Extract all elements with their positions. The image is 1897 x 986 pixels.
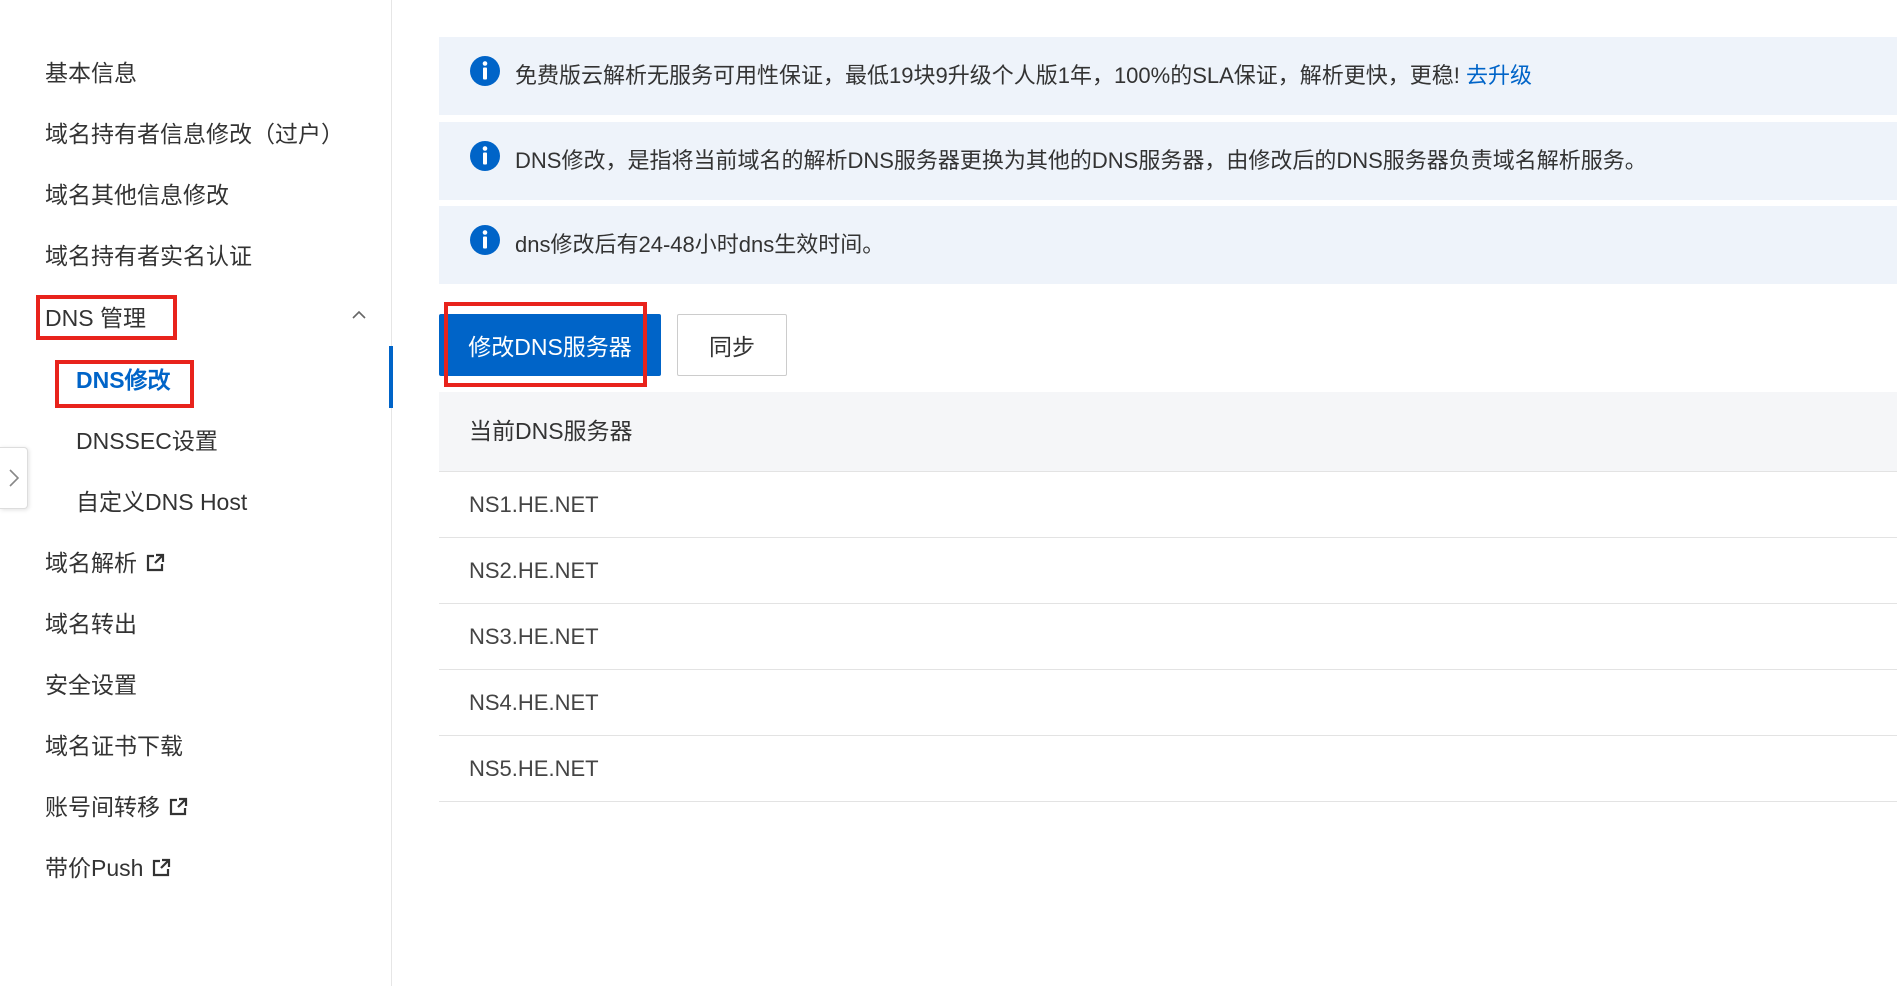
sidebar-item-other-info[interactable]: 域名其他信息修改 <box>45 175 229 215</box>
table-row: NS4.HE.NET <box>439 670 1897 736</box>
alert-upgrade: 免费版云解析无服务可用性保证，最低19块9升级个人版1年，100%的SLA保证，… <box>439 37 1897 115</box>
external-link-icon <box>146 553 165 572</box>
sidebar-item-domain-transfer-out[interactable]: 域名转出 <box>45 604 137 644</box>
sidebar-item-price-push[interactable]: 带价Push <box>45 848 171 888</box>
table-header: 当前DNS服务器 <box>439 392 1897 472</box>
sidebar-item-basic-info[interactable]: 基本信息 <box>45 53 137 93</box>
info-icon <box>470 141 500 171</box>
chevron-up-icon[interactable] <box>349 305 369 325</box>
alert-message: 免费版云解析无服务可用性保证，最低19块9升级个人版1年，100%的SLA保证，… <box>515 63 1460 88</box>
alert-text: 免费版云解析无服务可用性保证，最低19块9升级个人版1年，100%的SLA保证，… <box>515 37 1532 115</box>
info-icon <box>470 225 500 255</box>
sidebar-item-dns-modify[interactable]: DNS修改 <box>76 360 171 400</box>
external-link-icon <box>153 858 171 877</box>
dns-server-table: 当前DNS服务器 NS1.HE.NET NS2.HE.NET NS3.HE.NE… <box>439 392 1897 802</box>
sidebar-collapse-toggle[interactable] <box>0 447 28 509</box>
table-row: NS1.HE.NET <box>439 472 1897 538</box>
sidebar-item-label: 域名解析 <box>45 550 137 576</box>
active-indicator <box>389 346 393 408</box>
info-icon <box>470 56 500 86</box>
modify-dns-server-button[interactable]: 修改DNS服务器 <box>439 314 661 376</box>
table-row: NS3.HE.NET <box>439 604 1897 670</box>
sidebar-item-dnssec[interactable]: DNSSEC设置 <box>76 421 218 461</box>
sidebar-item-label: 账号间转移 <box>45 794 160 820</box>
alert-message: dns修改后有24-48小时dns生效时间。 <box>515 232 885 257</box>
table-row: NS5.HE.NET <box>439 736 1897 802</box>
chevron-right-icon <box>8 469 19 487</box>
sidebar-item-custom-dns-host[interactable]: 自定义DNS Host <box>76 482 247 522</box>
external-link-icon <box>169 797 188 816</box>
sidebar-item-security-settings[interactable]: 安全设置 <box>45 665 137 705</box>
sync-button[interactable]: 同步 <box>677 314 787 376</box>
sidebar-item-label: 带价Push <box>45 855 144 881</box>
alert-dns-explanation: DNS修改，是指将当前域名的解析DNS服务器更换为其他的DNS服务器，由修改后的… <box>439 122 1897 200</box>
sidebar-item-domain-resolution[interactable]: 域名解析 <box>45 543 165 583</box>
alert-message: DNS修改，是指将当前域名的解析DNS服务器更换为其他的DNS服务器，由修改后的… <box>515 148 1647 173</box>
sidebar-item-real-name-auth[interactable]: 域名持有者实名认证 <box>45 236 252 276</box>
alert-propagation-time: dns修改后有24-48小时dns生效时间。 <box>439 206 1897 284</box>
sidebar-item-certificate-download[interactable]: 域名证书下载 <box>45 726 183 766</box>
table-row: NS2.HE.NET <box>439 538 1897 604</box>
sidebar-group-dns-management[interactable]: DNS 管理 <box>45 298 146 338</box>
upgrade-link[interactable]: 去升级 <box>1466 63 1532 88</box>
sidebar-item-account-transfer[interactable]: 账号间转移 <box>45 787 188 827</box>
sidebar-item-holder-change[interactable]: 域名持有者信息修改（过户） <box>45 114 344 154</box>
main-content: 免费版云解析无服务可用性保证，最低19块9升级个人版1年，100%的SLA保证，… <box>439 0 1897 986</box>
sidebar: 基本信息 域名持有者信息修改（过户） 域名其他信息修改 域名持有者实名认证 DN… <box>0 0 393 986</box>
